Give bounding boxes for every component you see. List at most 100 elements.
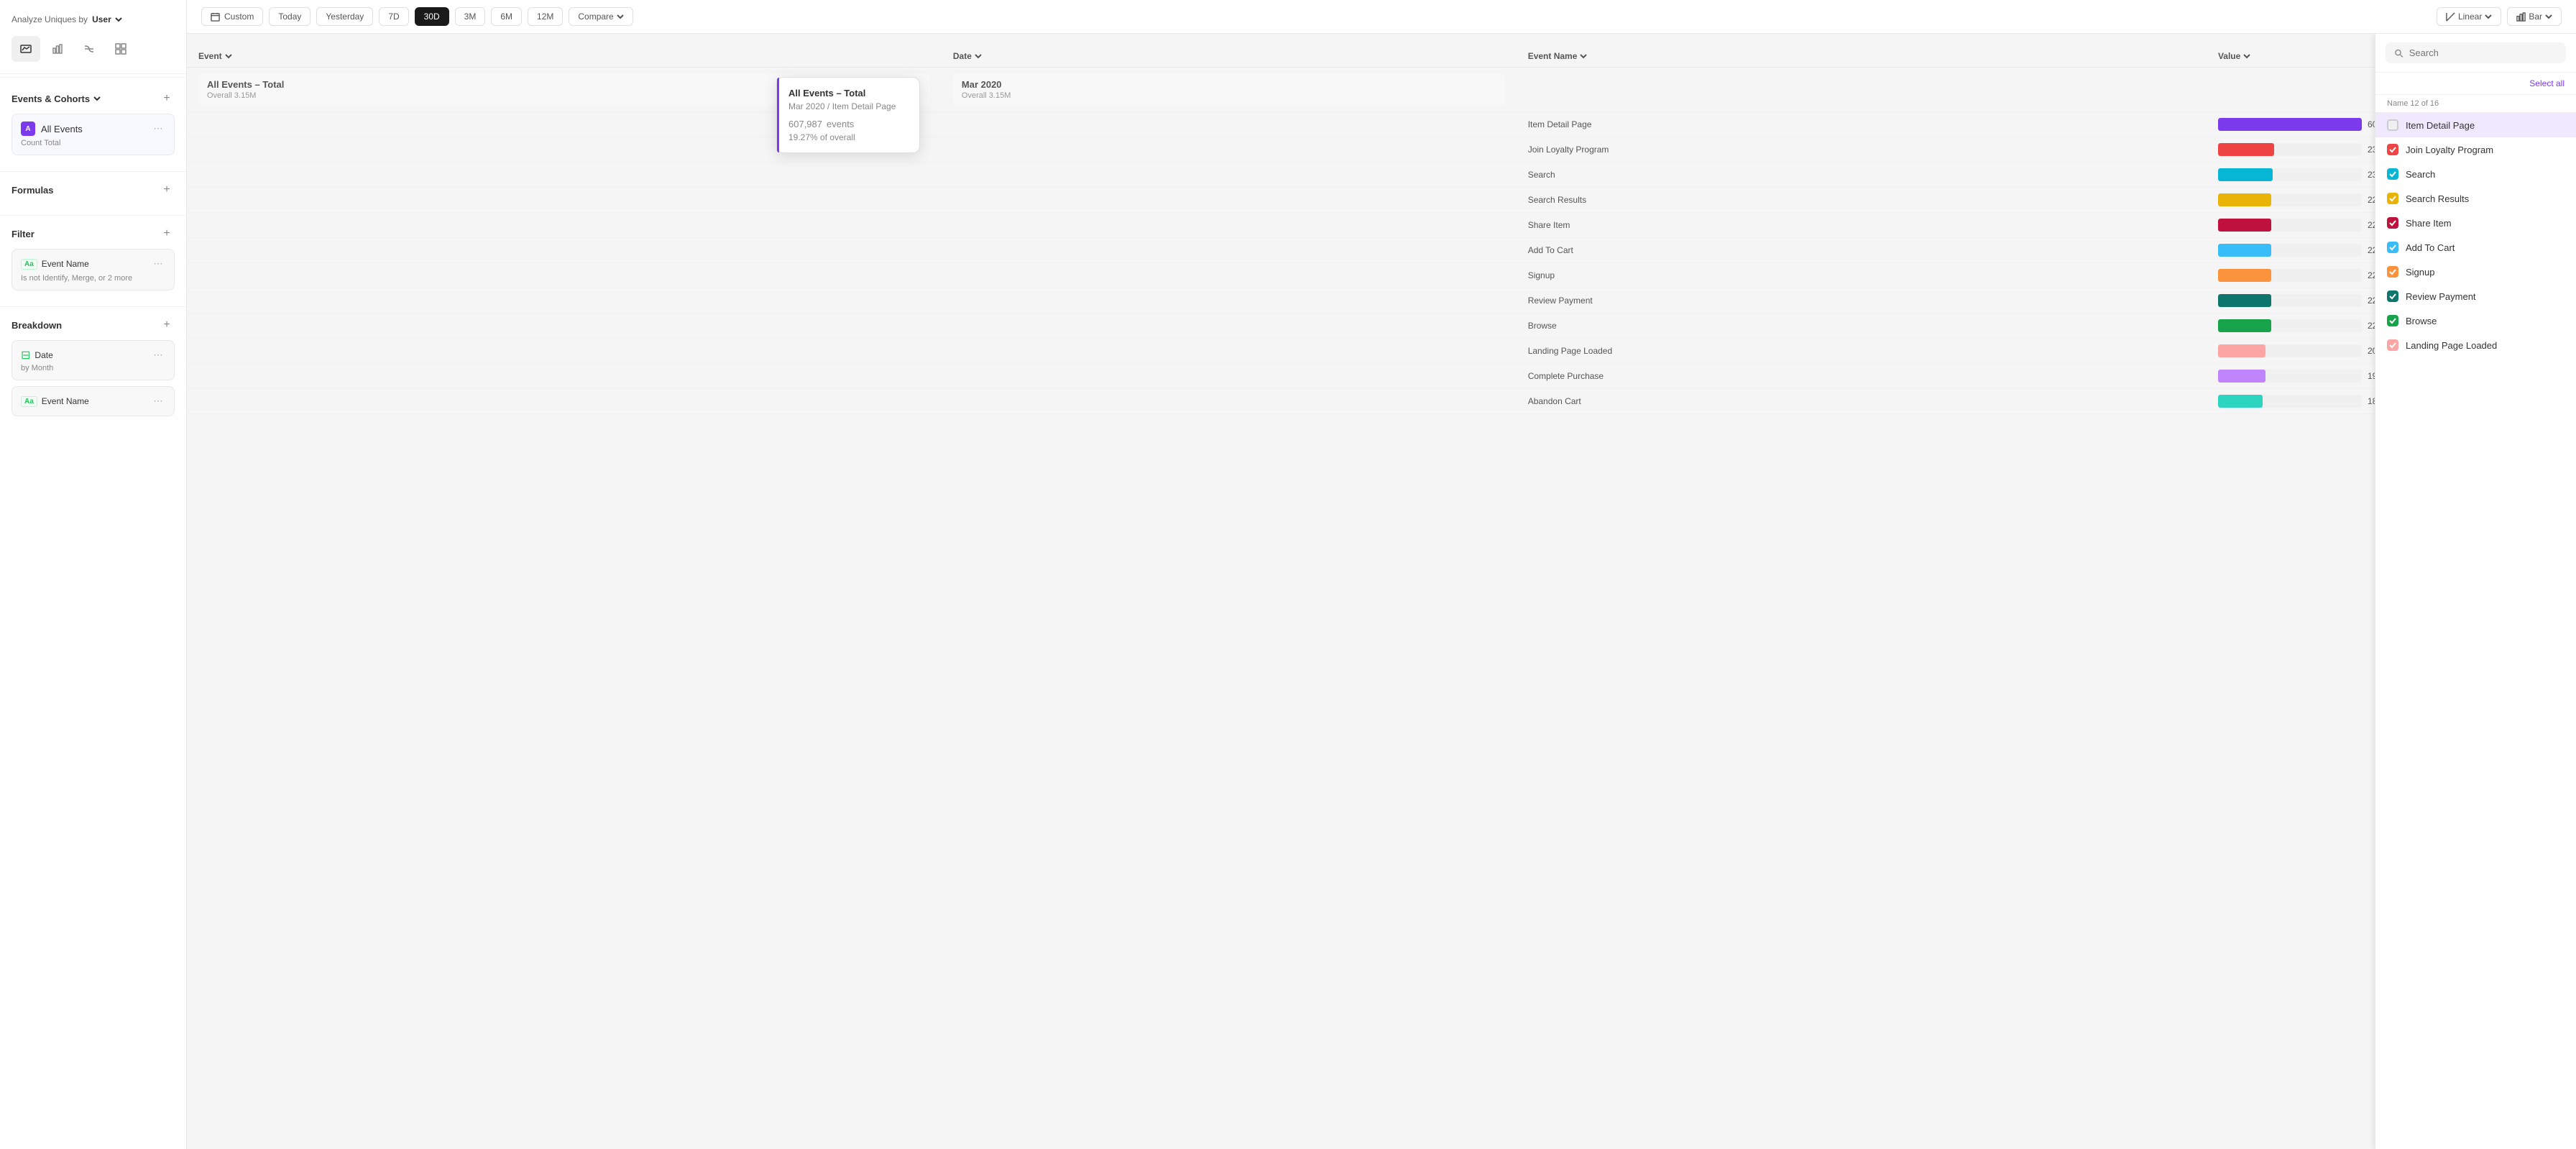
col-event-name[interactable]: Event Name	[1517, 45, 2207, 68]
filter-title[interactable]: Filter	[12, 229, 34, 239]
tooltip-title: All Events – Total	[788, 88, 908, 99]
tooltip-subtitle: Mar 2020 / Item Detail Page	[788, 101, 908, 111]
analyze-user-select[interactable]: User	[92, 14, 123, 24]
table-row: Search 231.5K	[187, 162, 2576, 188]
dropdown-item-label: Search Results	[2406, 193, 2469, 204]
tooltip-pct: 19.27% of overall	[788, 132, 908, 142]
dropdown-item-label: Landing Page Loaded	[2406, 340, 2497, 351]
breakdown-eventname-card: Aa Event Name ⋯	[12, 386, 175, 416]
topbar: Custom Today Yesterday 7D 30D 3M 6M 12M …	[187, 0, 2576, 34]
item-checkbox[interactable]	[2387, 144, 2398, 155]
6m-button[interactable]: 6M	[491, 7, 522, 26]
item-checkbox[interactable]	[2387, 315, 2398, 326]
viz-tab-bar[interactable]	[43, 36, 72, 62]
linear-button[interactable]: Linear	[2437, 7, 2501, 26]
breakdown-date-sub: by Month	[21, 364, 165, 372]
3m-button[interactable]: 3M	[455, 7, 486, 26]
today-button[interactable]: Today	[269, 7, 310, 26]
row-event-name: Item Detail Page	[1517, 112, 2207, 137]
dropdown-item-label: Add To Cart	[2406, 242, 2455, 253]
30d-button[interactable]: 30D	[415, 7, 449, 26]
row-event-name: Add To Cart	[1517, 238, 2207, 263]
item-checkbox[interactable]	[2387, 339, 2398, 351]
filter-condition: Is not Identify, Merge, or 2 more	[21, 274, 165, 283]
row-event-name: Browse	[1517, 313, 2207, 339]
breakdown-date-card: ⊟ Date ⋯ by Month	[12, 340, 175, 380]
custom-date-button[interactable]: Custom	[201, 7, 263, 26]
table-row: Review Payment 224.6K	[187, 288, 2576, 313]
event-sub-label: Count Total	[21, 139, 165, 147]
row-event-name: Signup	[1517, 263, 2207, 288]
col-event[interactable]: Event	[187, 45, 942, 68]
dropdown-item[interactable]: Signup	[2375, 260, 2576, 284]
dropdown-item[interactable]: Search Results	[2375, 186, 2576, 211]
event-name: All Events	[41, 124, 83, 134]
col-date[interactable]: Date	[942, 45, 1517, 68]
item-checkbox[interactable]	[2387, 119, 2398, 131]
item-checkbox[interactable]	[2387, 168, 2398, 180]
viz-tab-flow[interactable]	[75, 36, 104, 62]
breakdown-eventname-menu-button[interactable]: ⋯	[151, 394, 165, 408]
dropdown-item-label: Share Item	[2406, 218, 2452, 229]
dropdown-item[interactable]: Search	[2375, 162, 2576, 186]
dropdown-item[interactable]: Browse	[2375, 308, 2576, 333]
12m-button[interactable]: 12M	[528, 7, 563, 26]
viz-tabs	[0, 36, 186, 74]
breakdown-eventname-label: Event Name	[42, 396, 89, 406]
compare-button[interactable]: Compare	[569, 7, 632, 26]
analyze-label: Analyze Uniques by	[12, 14, 88, 24]
sidebar: Analyze Uniques by User Events & Cohorts…	[0, 0, 187, 1149]
formulas-title[interactable]: Formulas	[12, 185, 54, 196]
table-row: Browse 224.3K	[187, 313, 2576, 339]
7d-button[interactable]: 7D	[379, 7, 408, 26]
dropdown-item[interactable]: Share Item	[2375, 211, 2576, 235]
dropdown-item-label: Search	[2406, 169, 2435, 180]
breakdown-date-menu-button[interactable]: ⋯	[151, 348, 165, 362]
row-event-name: Review Payment	[1517, 288, 2207, 313]
data-table: Event Date Event Name Value	[187, 45, 2576, 414]
item-checkbox[interactable]	[2387, 290, 2398, 302]
breakdown-section: Breakdown + ⊟ Date ⋯ by Month Aa Event N…	[0, 307, 186, 432]
content-area: Event Date Event Name Value	[187, 34, 2576, 1149]
yesterday-button[interactable]: Yesterday	[316, 7, 373, 26]
filter-menu-button[interactable]: ⋯	[151, 257, 165, 271]
dropdown-item-label: Browse	[2406, 316, 2437, 326]
row-event-name: Abandon Cart	[1517, 389, 2207, 414]
table-wrap: Event Date Event Name Value	[187, 34, 2576, 1149]
table-row: Item Detail Page 608K	[187, 112, 2576, 137]
dropdown-item[interactable]: Landing Page Loaded	[2375, 333, 2576, 357]
table-row: Share Item 225.2K	[187, 213, 2576, 238]
filter-card: Aa Event Name ⋯ Is not Identify, Merge, …	[12, 249, 175, 290]
tooltip-accent	[777, 78, 779, 152]
events-section-header: Events & Cohorts +	[12, 91, 175, 106]
formulas-section: Formulas +	[0, 172, 186, 215]
search-icon	[2394, 48, 2404, 58]
event-menu-button[interactable]: ⋯	[151, 122, 165, 136]
dropdown-item-label: Item Detail Page	[2406, 120, 2475, 131]
item-checkbox[interactable]	[2387, 217, 2398, 229]
item-checkbox[interactable]	[2387, 193, 2398, 204]
select-all-button[interactable]: Select all	[2529, 78, 2564, 88]
add-breakdown-button[interactable]: +	[159, 317, 175, 333]
add-formula-button[interactable]: +	[159, 182, 175, 198]
breakdown-title[interactable]: Breakdown	[12, 320, 62, 331]
add-filter-button[interactable]: +	[159, 226, 175, 242]
table-row: Landing Page Loaded 203.3K	[187, 339, 2576, 364]
table-row: Search Results 225.8K	[187, 188, 2576, 213]
viz-tab-grid[interactable]	[106, 36, 135, 62]
row-event-name: Search	[1517, 162, 2207, 188]
item-checkbox[interactable]	[2387, 266, 2398, 278]
dropdown-item[interactable]: Join Loyalty Program	[2375, 137, 2576, 162]
item-checkbox[interactable]	[2387, 242, 2398, 253]
search-input-wrap[interactable]	[2386, 42, 2566, 63]
summary-row: All Events – Total Overall 3.15M Mar 202…	[187, 68, 2576, 112]
add-event-button[interactable]: +	[159, 91, 175, 106]
dropdown-item[interactable]: Add To Cart	[2375, 235, 2576, 260]
dropdown-item[interactable]: Review Payment	[2375, 284, 2576, 308]
dropdown-item[interactable]: Item Detail Page	[2375, 113, 2576, 137]
viz-tab-chart[interactable]	[12, 36, 40, 62]
select-all-row: Select all	[2375, 73, 2576, 95]
events-section-title[interactable]: Events & Cohorts	[12, 93, 101, 104]
dropdown-search-input[interactable]	[2409, 47, 2557, 58]
bar-button[interactable]: Bar	[2507, 7, 2562, 26]
